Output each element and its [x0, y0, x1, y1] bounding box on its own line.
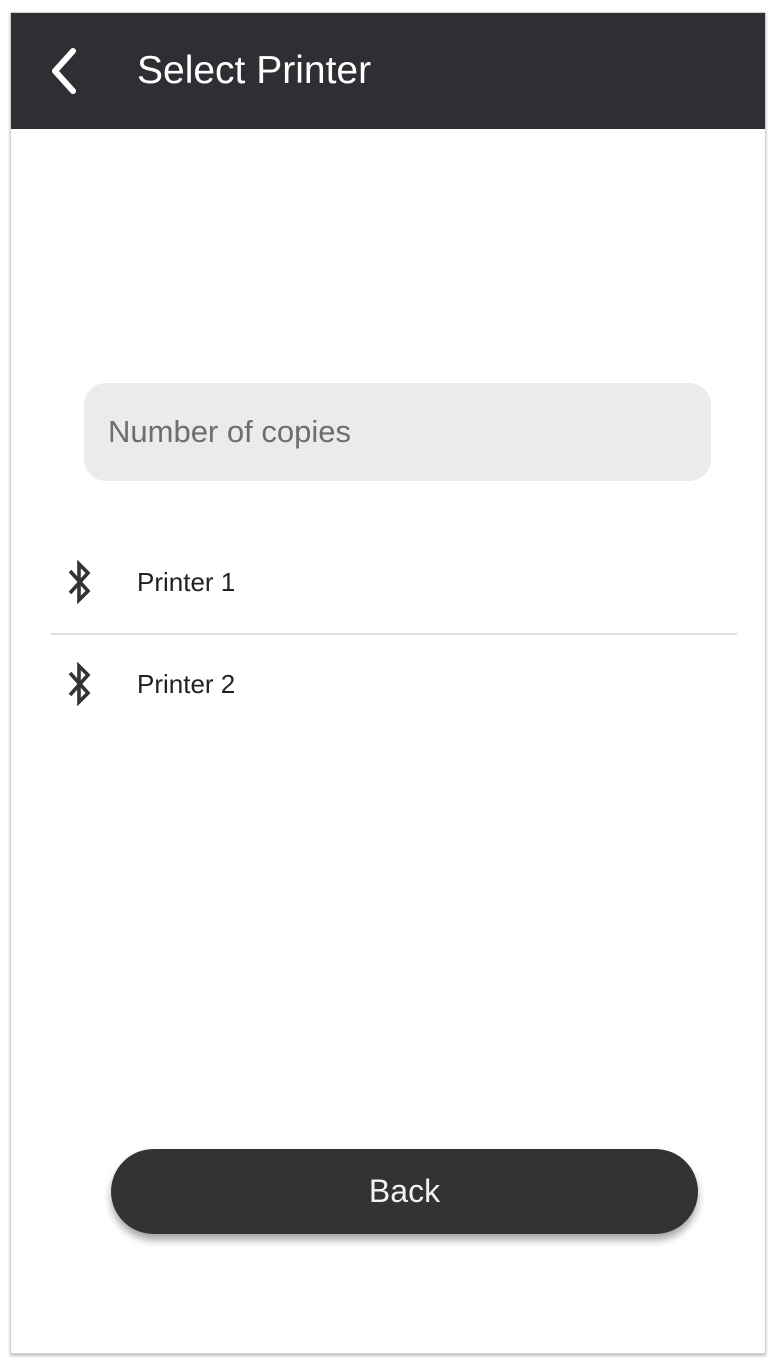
page-title: Select Printer	[137, 49, 372, 92]
app-screen: Select Printer Printer 1 Printer 2 Back	[10, 12, 766, 1354]
back-chevron-icon[interactable]	[47, 47, 87, 95]
printer-label: Printer 1	[137, 567, 236, 597]
printer-label: Printer 2	[137, 669, 236, 699]
back-button[interactable]: Back	[111, 1149, 698, 1234]
bluetooth-icon	[67, 559, 93, 605]
printer-list-item-1[interactable]: Printer 1	[51, 533, 737, 633]
printer-list-item-2[interactable]: Printer 2	[51, 635, 737, 735]
copies-input[interactable]	[84, 383, 711, 481]
top-bar: Select Printer	[11, 13, 765, 129]
bluetooth-icon	[67, 661, 93, 707]
